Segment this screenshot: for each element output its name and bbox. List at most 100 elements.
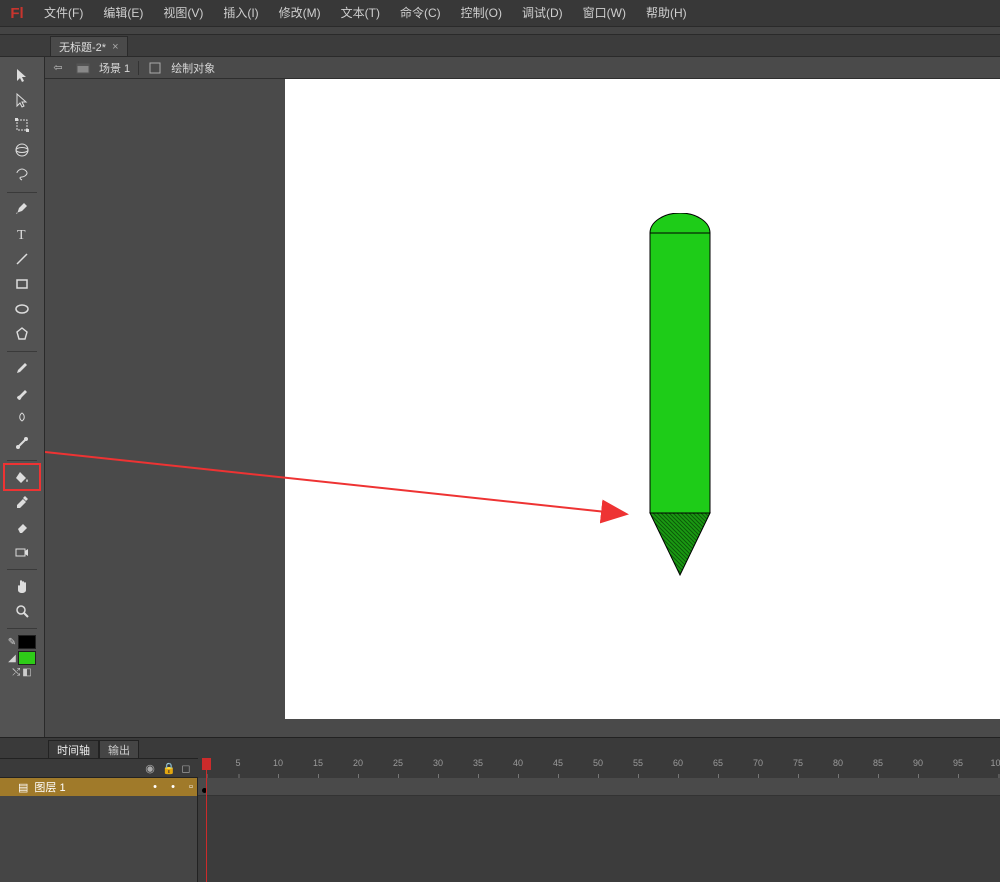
zoom-tool[interactable] — [9, 599, 35, 623]
visibility-icon[interactable]: ◉ — [144, 762, 156, 775]
fill-color-swatch[interactable] — [18, 651, 36, 665]
document-tab-title: 无标题-2* — [59, 39, 106, 55]
ruler-tick: 85 — [873, 758, 883, 778]
eraser-tool[interactable] — [9, 515, 35, 539]
layer-lock-dot[interactable]: • — [167, 781, 179, 793]
menu-window[interactable]: 窗口(W) — [573, 0, 636, 27]
stage-canvas[interactable] — [285, 79, 1000, 719]
scene-icon — [75, 60, 91, 76]
object-label[interactable]: 绘制对象 — [171, 60, 215, 76]
oval-tool[interactable] — [9, 297, 35, 321]
outline-icon[interactable]: ◻ — [180, 762, 192, 775]
swatch-options-row: ⤭ ◧ — [2, 667, 42, 678]
menu-help[interactable]: 帮助(H) — [636, 0, 697, 27]
timeline-tabs: 时间轴 输出 — [0, 738, 1000, 758]
stroke-color-swatch[interactable] — [18, 635, 36, 649]
back-button[interactable]: ⇦ — [49, 59, 67, 77]
ruler-tick: 10 — [273, 758, 283, 778]
ruler-tick: 15 — [313, 758, 323, 778]
work-area: T ✎ ◢ — [0, 57, 1000, 737]
text-tool[interactable]: T — [9, 222, 35, 246]
frame-row[interactable] — [198, 778, 1000, 796]
eyedropper-tool[interactable] — [9, 490, 35, 514]
paint-bucket-tool[interactable] — [9, 465, 35, 489]
frame-ruler[interactable]: 1510152025303540455055606570758085909510… — [198, 758, 1000, 778]
bone-tool[interactable] — [9, 431, 35, 455]
menu-debug[interactable]: 调试(D) — [512, 0, 573, 27]
scene-label[interactable]: 场景 1 — [99, 60, 130, 76]
pen-tool[interactable] — [9, 197, 35, 221]
ruler-tick: 25 — [393, 758, 403, 778]
close-icon[interactable]: × — [112, 41, 118, 53]
timeline-panel: 时间轴 输出 ◉ 🔒 ◻ 151015202530354045505560657… — [0, 737, 1000, 882]
ruler-tick: 40 — [513, 758, 523, 778]
timeline-body: ▤ 图层 1 • • ▫ — [0, 778, 1000, 882]
layer-icon: ▤ — [18, 781, 28, 794]
ruler-tick: 70 — [753, 758, 763, 778]
document-tab[interactable]: 无标题-2* × — [50, 36, 128, 56]
lock-icon[interactable]: 🔒 — [162, 762, 174, 775]
toolbox: T ✎ ◢ — [0, 57, 45, 737]
ruler-tick: 60 — [673, 758, 683, 778]
menu-view[interactable]: 视图(V) — [153, 0, 213, 27]
ruler-tick: 45 — [553, 758, 563, 778]
camera-tool[interactable] — [9, 540, 35, 564]
playhead[interactable] — [206, 758, 207, 882]
pencil-icon: ✎ — [8, 637, 16, 648]
layer-header: ◉ 🔒 ◻ — [0, 758, 198, 778]
pencil-tool[interactable] — [9, 356, 35, 380]
svg-text:T: T — [17, 228, 26, 242]
toolbox-divider — [7, 569, 37, 570]
drawing-object-icon — [147, 60, 163, 76]
menu-edit[interactable]: 编辑(E) — [93, 0, 153, 27]
brush-tool[interactable] — [9, 381, 35, 405]
menu-text[interactable]: 文本(T) — [331, 0, 390, 27]
tab-timeline[interactable]: 时间轴 — [48, 740, 99, 758]
workspace-strip — [0, 27, 1000, 35]
layer-row[interactable]: ▤ 图层 1 • • ▫ — [0, 778, 197, 796]
layer-visibility-dot[interactable]: • — [149, 781, 161, 793]
ruler-tick: 35 — [473, 758, 483, 778]
breadcrumb-separator — [138, 61, 139, 75]
toolbox-divider — [7, 192, 37, 193]
layer-outline-box[interactable]: ▫ — [185, 781, 197, 793]
toolbox-divider — [7, 628, 37, 629]
3d-rotation-tool[interactable] — [9, 138, 35, 162]
ruler-tick: 95 — [953, 758, 963, 778]
layer-name: 图层 1 — [34, 779, 65, 795]
swap-colors-icon[interactable]: ⤭ — [12, 667, 20, 678]
free-transform-tool[interactable] — [9, 113, 35, 137]
ruler-tick: 90 — [913, 758, 923, 778]
stage-viewport[interactable] — [45, 79, 1000, 737]
document-tab-bar: 无标题-2* × — [0, 35, 1000, 57]
fill-swatch-row: ◢ — [2, 651, 42, 665]
ruler-tick: 30 — [433, 758, 443, 778]
default-colors-icon[interactable]: ◧ — [22, 667, 31, 678]
app-root: Fl 文件(F) 编辑(E) 视图(V) 插入(I) 修改(M) 文本(T) 命… — [0, 0, 1000, 882]
menu-file[interactable]: 文件(F) — [34, 0, 93, 27]
toolbox-divider — [7, 460, 37, 461]
lasso-tool[interactable] — [9, 163, 35, 187]
frame-area[interactable] — [198, 778, 1000, 882]
ruler-tick: 50 — [593, 758, 603, 778]
edit-breadcrumb: ⇦ 场景 1 绘制对象 — [45, 57, 1000, 79]
drawing-pencil-shape[interactable] — [645, 213, 715, 583]
ruler-tick: 75 — [793, 758, 803, 778]
layer-column: ▤ 图层 1 • • ▫ — [0, 778, 198, 882]
hand-tool[interactable] — [9, 574, 35, 598]
menu-command[interactable]: 命令(C) — [390, 0, 451, 27]
subselection-tool[interactable] — [9, 88, 35, 112]
menu-modify[interactable]: 修改(M) — [269, 0, 331, 27]
menu-insert[interactable]: 插入(I) — [213, 0, 268, 27]
polystar-tool[interactable] — [9, 322, 35, 346]
line-tool[interactable] — [9, 247, 35, 271]
selection-tool[interactable] — [9, 63, 35, 87]
menu-control[interactable]: 控制(O) — [451, 0, 512, 27]
deco-tool[interactable] — [9, 406, 35, 430]
timeline-header: ◉ 🔒 ◻ 1510152025303540455055606570758085… — [0, 758, 1000, 778]
ruler-tick: 5 — [235, 758, 240, 778]
ruler-tick: 100 — [990, 758, 1000, 778]
tab-output[interactable]: 输出 — [99, 740, 139, 758]
rectangle-tool[interactable] — [9, 272, 35, 296]
app-logo: Fl — [0, 0, 34, 27]
